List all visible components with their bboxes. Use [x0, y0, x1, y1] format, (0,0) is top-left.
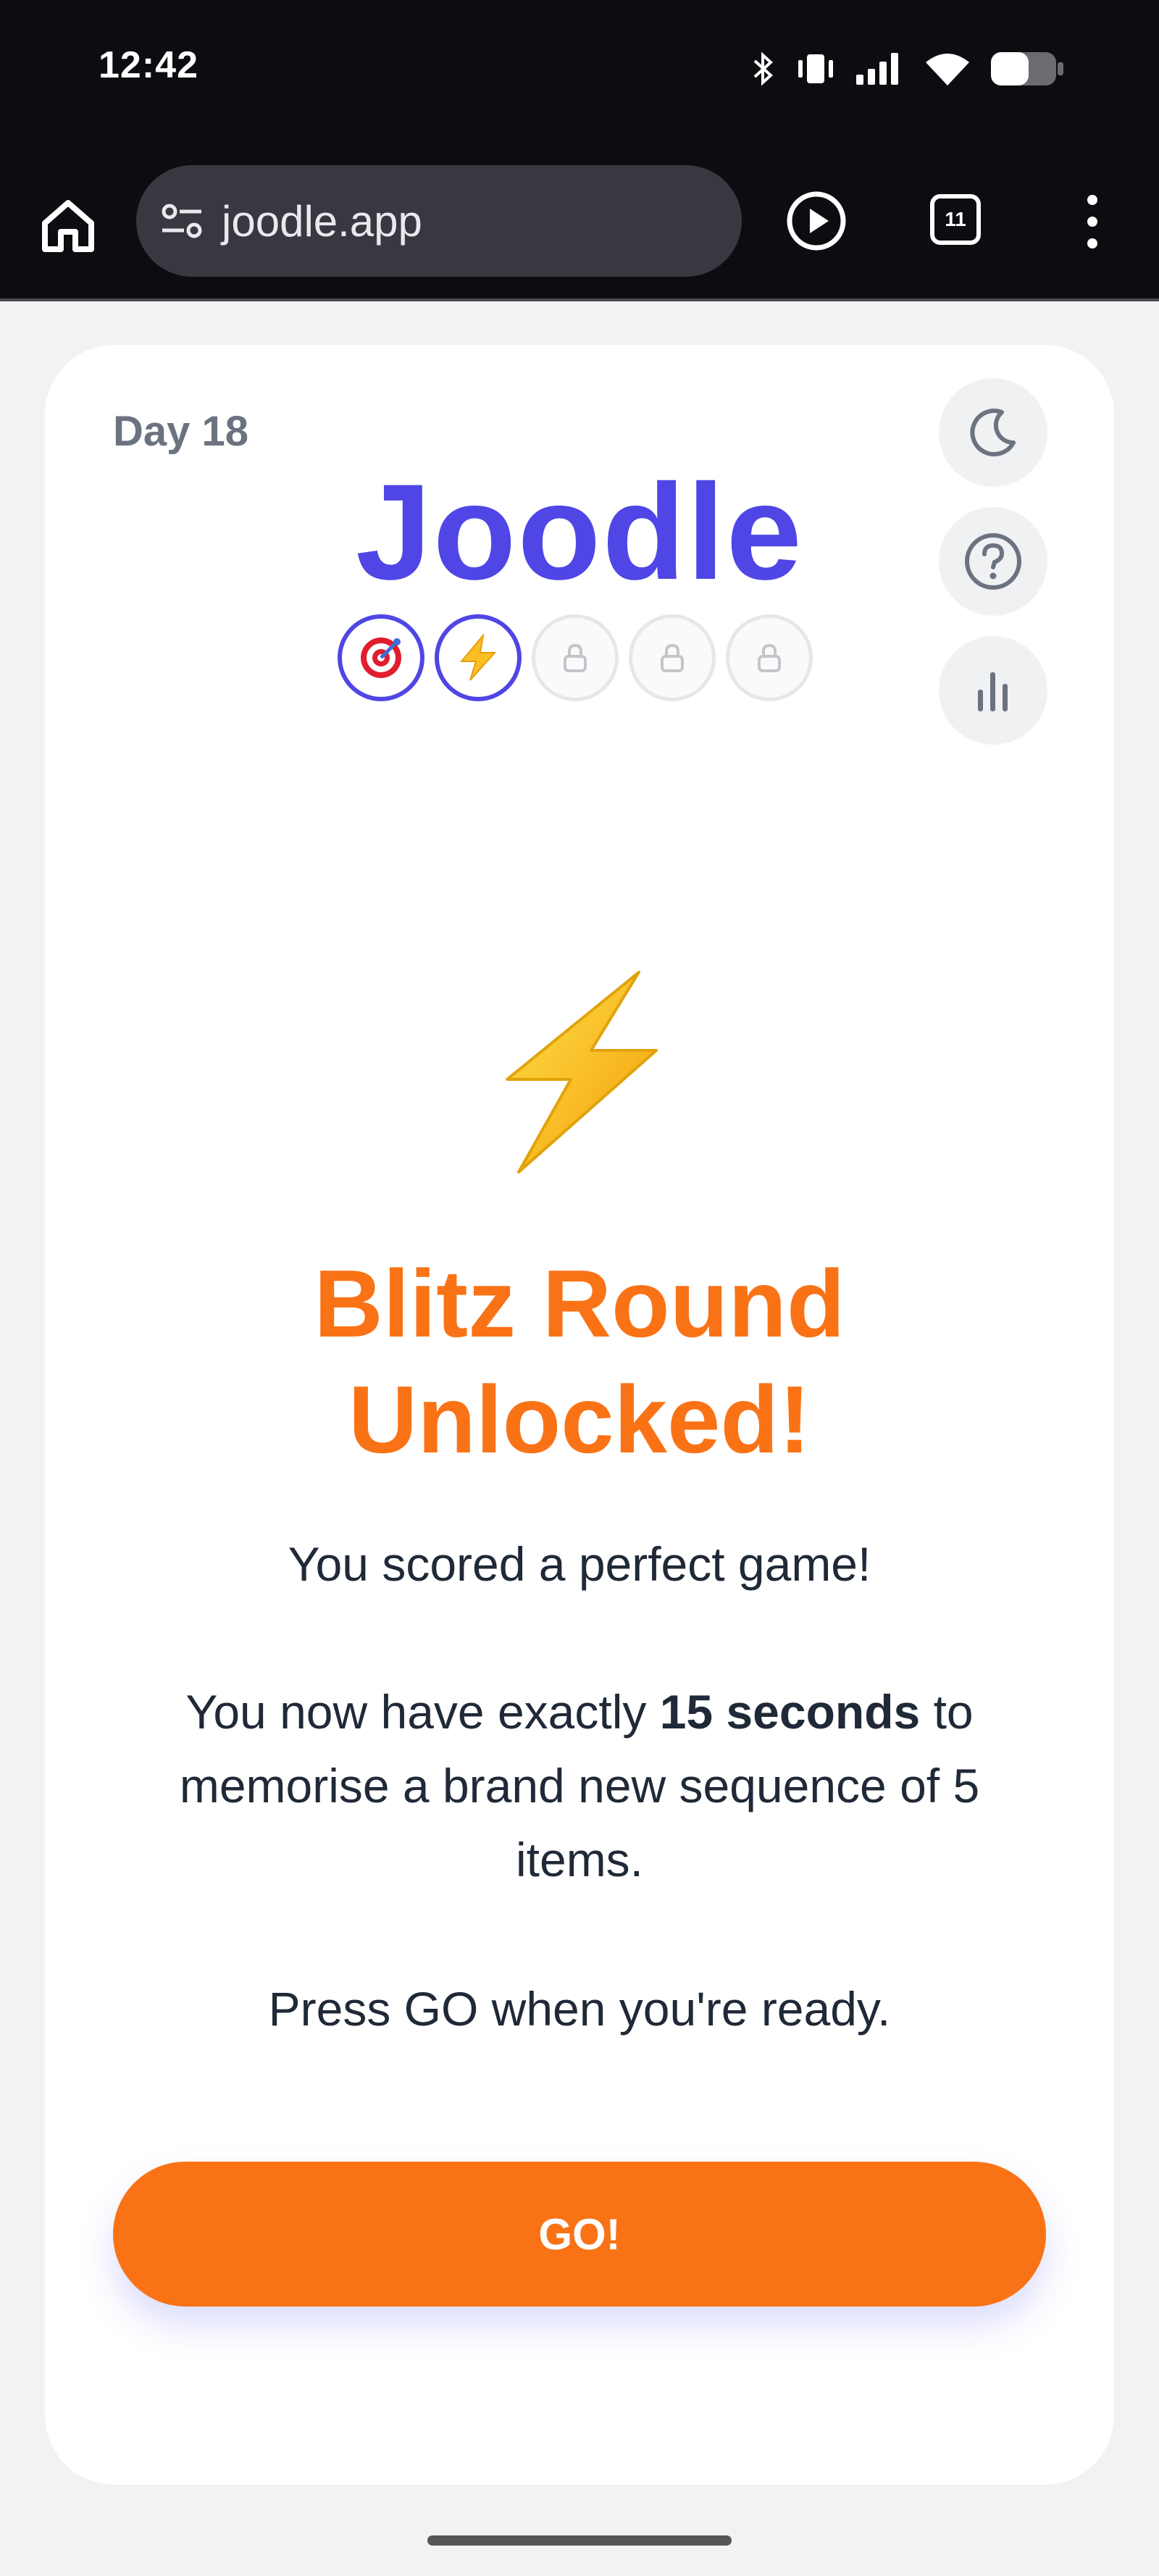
- round-badge-locked: [532, 614, 619, 701]
- status-bar: 12:42: [0, 0, 1159, 145]
- bar-chart-icon: [978, 672, 1008, 711]
- lightning-icon: [459, 634, 497, 681]
- stats-button[interactable]: [939, 636, 1047, 745]
- day-label: Day 18: [113, 408, 249, 455]
- round-badge-blitz: [435, 614, 522, 701]
- round-badge-locked: [629, 614, 716, 701]
- status-time: 12:42: [99, 44, 198, 86]
- instructions-text: You now have exactly: [185, 1685, 660, 1739]
- round-badge-locked: [726, 614, 813, 701]
- target-icon: [361, 637, 401, 678]
- lightning-icon: [506, 971, 658, 1174]
- time-limit: 15 seconds: [659, 1685, 921, 1739]
- more-menu-icon[interactable]: [1078, 191, 1107, 252]
- site-settings-icon[interactable]: [158, 197, 206, 245]
- ready-prompt: Press GO when you're ready.: [268, 1982, 891, 2036]
- bluetooth-icon: [753, 51, 773, 86]
- headline-line: Blitz Round: [314, 1250, 845, 1357]
- home-icon[interactable]: [38, 194, 99, 255]
- lock-icon: [564, 643, 587, 672]
- signal-icon: [856, 53, 898, 85]
- browser-toolbar: joodle.app 11: [0, 145, 1159, 301]
- wifi-icon: [926, 54, 969, 85]
- play-icon[interactable]: [785, 190, 848, 252]
- home-indicator[interactable]: [427, 2535, 732, 2546]
- round-progress: [338, 614, 813, 701]
- tab-switcher-button[interactable]: 11: [930, 194, 981, 245]
- app-logo: Joodle: [356, 456, 803, 608]
- status-icons: [750, 51, 1065, 87]
- headline-line: Unlocked!: [348, 1366, 811, 1473]
- battery-icon: [991, 52, 1063, 85]
- unlock-headline: Blitz Round Unlocked!: [0, 1246, 1159, 1478]
- address-bar[interactable]: joodle.app: [136, 165, 742, 277]
- blitz-instructions: You now have exactly 15 seconds to memor…: [145, 1675, 1014, 1897]
- go-button[interactable]: GO!: [113, 2162, 1046, 2307]
- url-text: joodle.app: [222, 196, 422, 246]
- moon-icon: [970, 409, 1016, 457]
- vibrate-icon: [798, 54, 833, 83]
- round-badge-target: [338, 614, 424, 701]
- perfect-game-message: You scored a perfect game!: [288, 1537, 871, 1591]
- lock-icon: [758, 643, 781, 672]
- lock-icon: [661, 643, 684, 672]
